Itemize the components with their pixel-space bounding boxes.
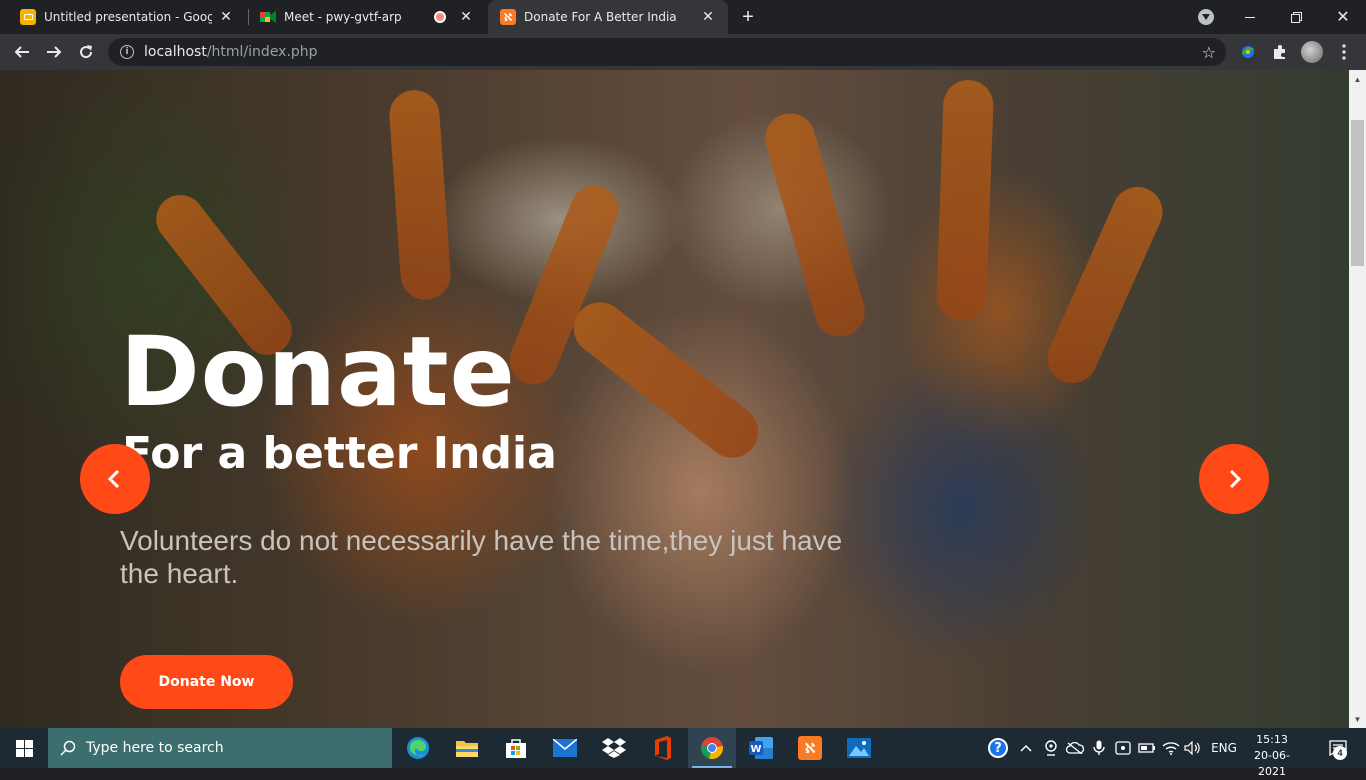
clock-date: 20-06-2021: [1254, 749, 1290, 778]
taskbar-clock[interactable]: 15:13 20-06-2021: [1244, 732, 1300, 780]
tab-search-icon[interactable]: [1198, 9, 1214, 25]
taskbar-search-input[interactable]: Type here to search: [48, 728, 392, 768]
file-explorer-icon[interactable]: [443, 728, 491, 768]
tab-donate-for-a-better-india[interactable]: ℵ Donate For A Better India ✕: [488, 0, 728, 34]
tab-title: Meet - pwy-gvtf-arp: [284, 10, 402, 24]
donate-now-button[interactable]: Donate Now: [120, 655, 293, 709]
close-icon[interactable]: ✕: [458, 9, 474, 25]
store-icon[interactable]: [492, 728, 540, 768]
extensions-puzzle-icon[interactable]: [1266, 38, 1294, 66]
battery-icon[interactable]: [1136, 728, 1158, 768]
svg-text:W: W: [750, 744, 761, 755]
chevron-left-icon: [107, 469, 120, 489]
scrollbar-thumb[interactable]: [1351, 120, 1364, 266]
scroll-up-arrow-icon[interactable]: ▲: [1352, 74, 1363, 84]
hero-title: Donate: [120, 316, 516, 428]
google-slides-icon: [20, 9, 36, 25]
microphone-icon[interactable]: [1088, 728, 1110, 768]
language-indicator[interactable]: ENG: [1206, 728, 1242, 768]
address-bar[interactable]: i localhost/html/index.php ☆: [108, 38, 1226, 66]
forward-button[interactable]: [40, 38, 68, 66]
tab-title: Untitled presentation - Google Sl: [44, 10, 212, 24]
restore-button[interactable]: [1273, 0, 1319, 34]
volume-icon[interactable]: [1182, 728, 1204, 768]
close-icon[interactable]: ✕: [700, 9, 716, 25]
site-info-icon[interactable]: i: [120, 45, 134, 59]
tab-google-slides[interactable]: Untitled presentation - Google Sl ✕: [8, 0, 246, 34]
close-window-button[interactable]: ✕: [1320, 0, 1366, 34]
tab-title: Donate For A Better India: [524, 10, 677, 24]
minimize-button[interactable]: [1227, 0, 1273, 34]
chrome-icon[interactable]: [688, 728, 736, 768]
scroll-down-arrow-icon[interactable]: ▼: [1352, 714, 1363, 724]
carousel-prev-button[interactable]: [80, 444, 150, 514]
wifi-icon[interactable]: [1160, 728, 1182, 768]
hero-subtitle: For a better India: [122, 428, 557, 479]
edge-icon[interactable]: [394, 728, 442, 768]
new-tab-button[interactable]: +: [736, 5, 760, 29]
help-icon[interactable]: ?: [984, 728, 1012, 768]
search-placeholder: Type here to search: [86, 740, 224, 756]
webcam-icon[interactable]: [1040, 728, 1062, 768]
clock-time: 15:13: [1256, 733, 1288, 746]
xampp-icon[interactable]: ℵ: [786, 728, 834, 768]
extension-icon[interactable]: [1234, 38, 1262, 66]
url-host: localhost: [144, 44, 207, 60]
word-icon[interactable]: W: [737, 728, 785, 768]
chevron-right-icon: [1229, 469, 1242, 489]
notification-count-badge: 4: [1333, 746, 1347, 760]
windows-taskbar: Type here to search W ℵ ? ENG 15:13 20-0…: [0, 728, 1366, 778]
photos-icon[interactable]: [835, 728, 883, 768]
dropbox-icon[interactable]: [590, 728, 638, 768]
back-button[interactable]: [8, 38, 36, 66]
recording-icon: [434, 11, 446, 23]
svg-text:ℵ: ℵ: [804, 741, 815, 757]
onedrive-cloud-icon[interactable]: [1064, 728, 1086, 768]
show-hidden-icons-chevron-up-icon[interactable]: [1016, 728, 1036, 768]
menu-kebab-icon[interactable]: [1330, 38, 1358, 66]
page-viewport: Donate For a better India Volunteers do …: [0, 70, 1349, 728]
bookmark-star-icon[interactable]: ☆: [1202, 43, 1216, 62]
profile-avatar[interactable]: [1298, 38, 1326, 66]
close-icon[interactable]: ✕: [218, 9, 234, 25]
mail-icon[interactable]: [541, 728, 589, 768]
office-icon[interactable]: [639, 728, 687, 768]
search-icon: [60, 740, 76, 756]
carousel-next-button[interactable]: [1199, 444, 1269, 514]
tab-google-meet[interactable]: Meet - pwy-gvtf-arp ✕: [248, 0, 486, 34]
browser-toolbar: i localhost/html/index.php ☆: [0, 34, 1366, 70]
start-button[interactable]: [0, 728, 48, 768]
url-path: /html/index.php: [206, 44, 318, 60]
xampp-icon: ℵ: [500, 9, 516, 25]
browser-tab-strip: Untitled presentation - Google Sl ✕ Meet…: [0, 0, 1366, 34]
hero-quote: Volunteers do not necessarily have the t…: [120, 525, 843, 589]
windows-logo-icon: [15, 739, 33, 757]
google-meet-icon: [260, 9, 276, 25]
device-icon[interactable]: [1112, 728, 1134, 768]
reload-button[interactable]: [72, 38, 100, 66]
